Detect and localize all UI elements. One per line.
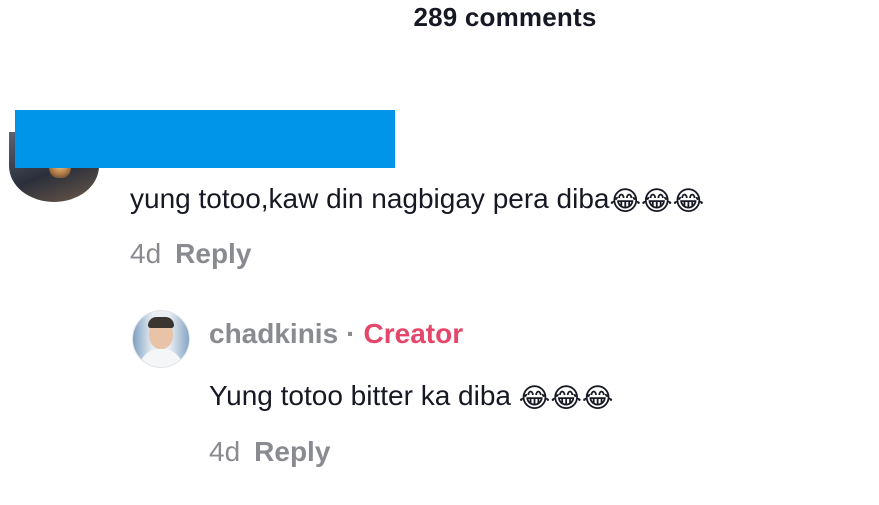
comment-text: yung totoo,kaw din nagbigay pera diba😂😂😂 [130,183,704,215]
reply-username[interactable]: chadkinis [209,318,338,349]
reply-body: Yung totoo bitter ka diba [209,380,519,411]
reply-meta: 4d Reply [209,436,330,468]
creator-badge: Creator [363,318,464,349]
comment-body: yung totoo,kaw din nagbigay pera diba [130,183,610,214]
creator-avatar[interactable] [132,310,190,368]
laughing-emoji: 😂 [672,186,705,216]
avatar-hair-shape [148,317,174,328]
laughing-emoji: 😂 [550,383,582,413]
laughing-emoji: 😂 [609,186,642,216]
comment-count-header: 289 comments [413,2,597,32]
laughing-emoji: 😂 [641,186,673,216]
comment-meta: 4d Reply [130,238,251,270]
laughing-emoji: 😂 [518,383,551,413]
reply-author-row: chadkinis · Creator [209,318,463,350]
reply-text: Yung totoo bitter ka diba 😂😂😂 [209,380,613,412]
separator-dot: · [346,318,356,349]
redacted-username-bar [15,110,395,168]
laughing-emoji: 😂 [581,383,614,413]
comment-timestamp: 4d [130,238,162,269]
reply-button[interactable]: Reply [175,238,251,269]
reply-timestamp: 4d [209,436,241,467]
reply-button[interactable]: Reply [254,436,330,467]
